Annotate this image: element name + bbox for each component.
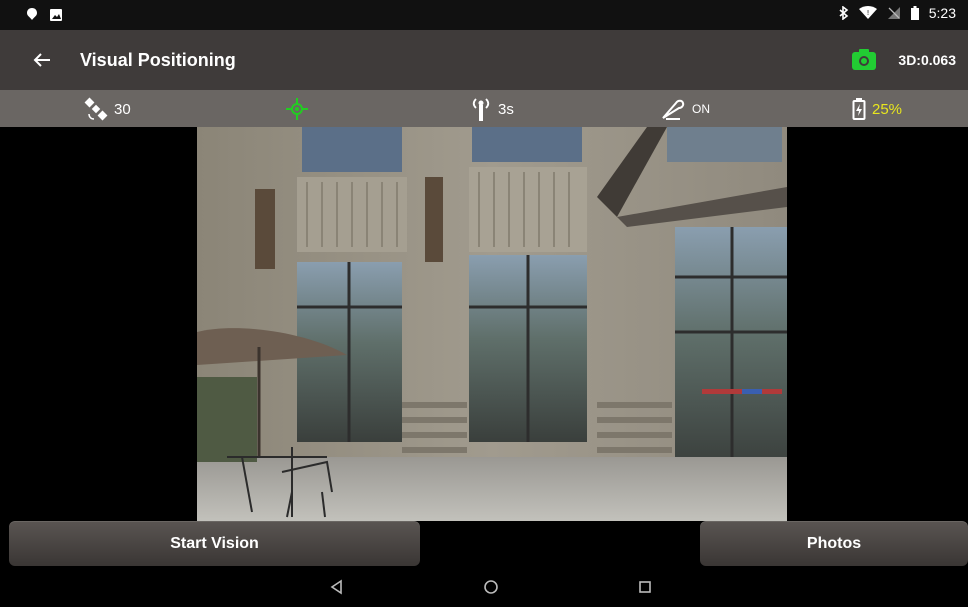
bluetooth-icon [839, 6, 849, 20]
precision-readout: 3D:0.063 [898, 52, 956, 68]
app-bar: Visual Positioning 3D:0.063 [0, 30, 968, 90]
info-bar: 30 3s ON 25% [0, 90, 968, 127]
battery-icon [910, 6, 919, 20]
status-left-icons [26, 7, 62, 26]
start-vision-button[interactable]: Start Vision [9, 521, 420, 566]
record-interval: 3s [470, 97, 514, 121]
interval-value: 3s [498, 100, 514, 118]
image-icon [50, 8, 62, 26]
fix-status [285, 97, 309, 121]
page-title: Visual Positioning [80, 50, 236, 70]
camera-icon[interactable] [852, 48, 876, 70]
camera-viewport [0, 127, 968, 521]
nav-back-icon[interactable] [328, 578, 346, 596]
clock: 5:23 [928, 5, 956, 21]
svg-text:!: ! [866, 9, 869, 17]
system-nav-bar [0, 566, 968, 607]
nav-recents-icon[interactable] [636, 578, 654, 596]
photos-button[interactable]: Photos [700, 521, 968, 566]
notification-icon [26, 7, 38, 26]
camera-feed-image [197, 127, 787, 521]
device-battery: 25% [852, 97, 902, 121]
status-right-icons: ! 5:23 [839, 5, 956, 21]
satellite-count-value: 30 [114, 100, 131, 118]
tilt-pole-icon [660, 97, 686, 121]
system-status-bar: ! 5:23 [0, 0, 968, 30]
charging-battery-icon [852, 97, 866, 121]
nav-home-icon[interactable] [482, 578, 500, 596]
tilt-status-value: ON [692, 102, 710, 116]
back-arrow-icon[interactable] [30, 48, 54, 72]
battery-percent: 25% [872, 100, 903, 118]
satellite-icon [84, 97, 108, 121]
tilt-status: ON [660, 97, 710, 121]
crosshair-icon [285, 97, 309, 121]
antenna-icon [470, 97, 492, 121]
satellite-count: 30 [84, 97, 131, 121]
no-sim-icon [887, 6, 901, 20]
wifi-icon: ! [858, 6, 877, 20]
